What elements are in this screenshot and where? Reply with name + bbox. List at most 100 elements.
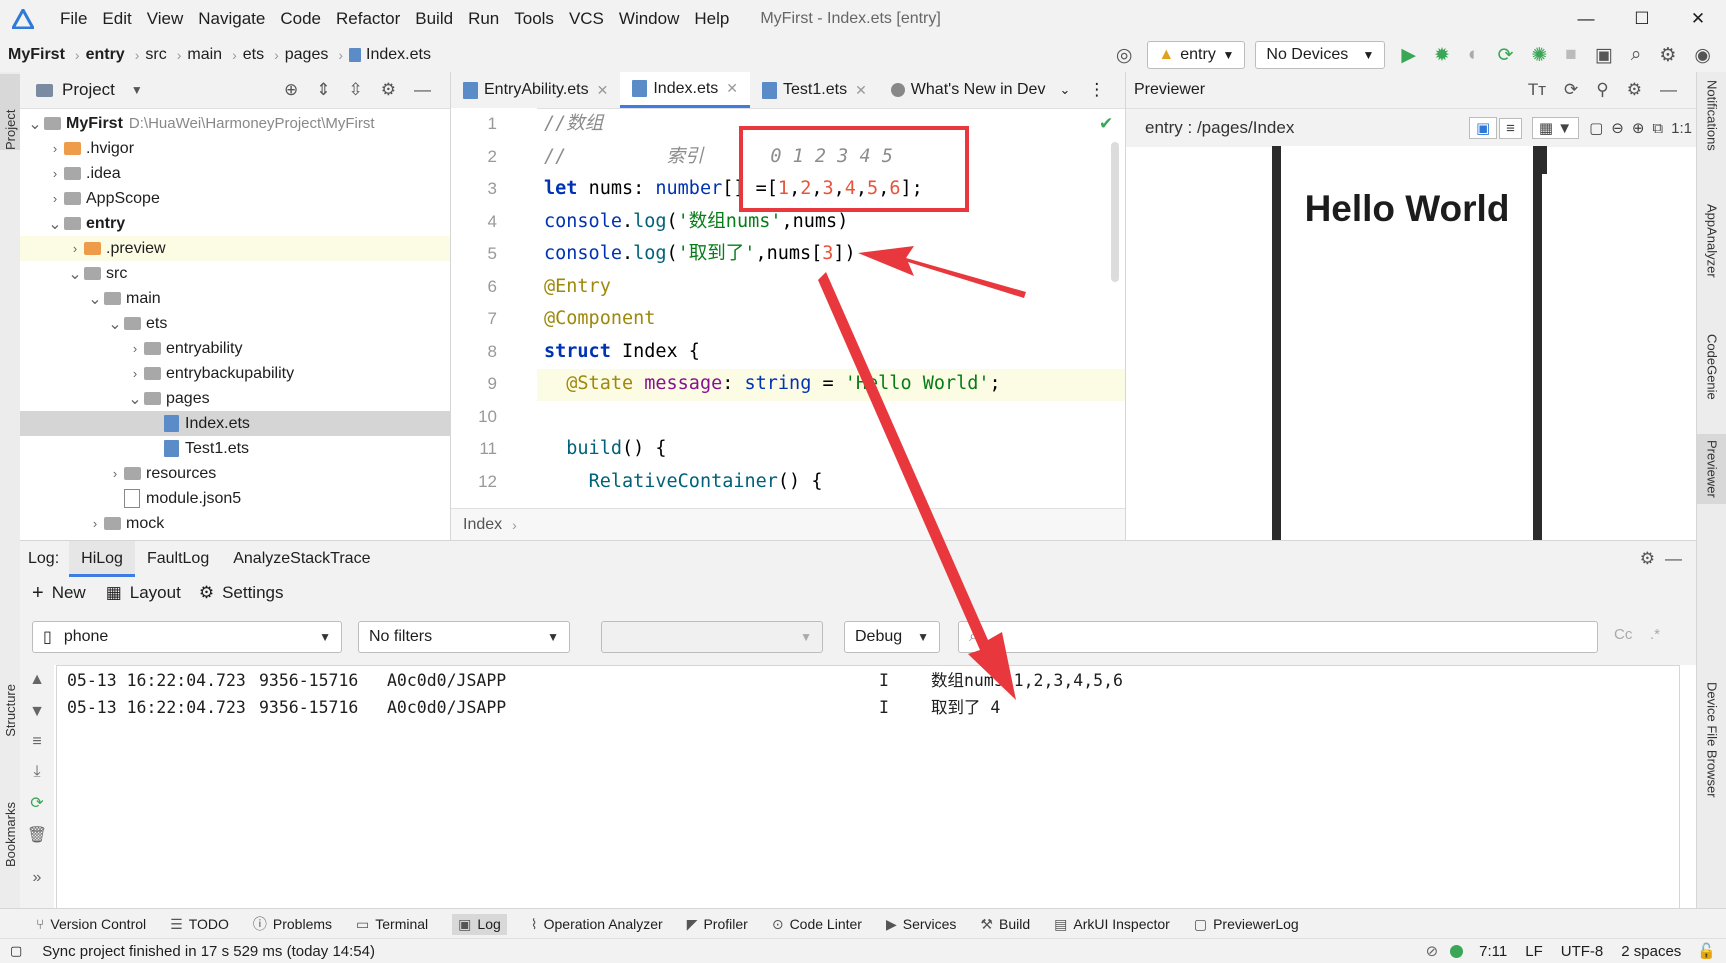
scroll-up-icon[interactable]: ▲: [20, 671, 54, 689]
menu-run[interactable]: Run: [468, 9, 499, 29]
lock-icon[interactable]: 🔓: [1697, 942, 1716, 960]
log-tab-analyzestacktrace[interactable]: AnalyzeStackTrace: [221, 541, 382, 577]
new-log-button[interactable]: + New: [32, 582, 86, 605]
bottom-tab-operation-analyzer[interactable]: ⌇ Operation Analyzer: [531, 916, 663, 933]
restart-icon[interactable]: ⟳: [20, 793, 54, 813]
tree-item[interactable]: › .idea: [20, 161, 450, 186]
menu-code[interactable]: Code: [280, 9, 321, 29]
chevron-right-icon[interactable]: ›: [126, 366, 144, 381]
hide-icon[interactable]: —: [1660, 80, 1677, 100]
profile-icon[interactable]: ✺: [1531, 44, 1547, 67]
account-icon[interactable]: ◉: [1694, 44, 1711, 67]
attach-icon[interactable]: ◐: [1468, 44, 1479, 66]
scroll-down-icon[interactable]: ▼: [20, 703, 54, 721]
collapse-all-icon[interactable]: ⇳: [349, 80, 363, 100]
chevron-right-icon[interactable]: ›: [86, 516, 104, 531]
tree-item[interactable]: ⌄ pages: [20, 386, 450, 411]
tree-item[interactable]: ⌄ MyFirst D:\HuaWei\HarmoneyProject\MyFirs…: [20, 111, 450, 136]
file-encoding[interactable]: UTF-8: [1561, 943, 1604, 960]
tree-item[interactable]: ⌄ ets: [20, 311, 450, 336]
structure-tool-tab[interactable]: Structure: [0, 684, 20, 737]
bottom-tab-previewerlog[interactable]: ▢ PreviewerLog: [1194, 916, 1299, 933]
trash-icon[interactable]: 🗑: [20, 825, 54, 845]
tree-item[interactable]: › AppScope: [20, 186, 450, 211]
module-select[interactable]: ▲ entry ▼: [1147, 41, 1246, 69]
device-screen[interactable]: Hello World: [1281, 146, 1533, 560]
tree-item[interactable]: ⌄ entry: [20, 211, 450, 236]
log-entry[interactable]: 05-13 16:22:04.723 9356-15716 A0c0d0/JSAPP…: [57, 668, 1679, 695]
bottom-tab-terminal[interactable]: ▭ Terminal: [356, 916, 428, 933]
right-tool-tab-device-file-browser[interactable]: Device File Browser: [1697, 682, 1726, 798]
menu-window[interactable]: Window: [619, 9, 679, 29]
indent-setting[interactable]: 2 spaces: [1621, 943, 1681, 960]
chevron-down-icon[interactable]: ⌄: [66, 264, 84, 284]
pin-icon[interactable]: ⚲: [1596, 80, 1608, 100]
close-icon[interactable]: ✕: [726, 80, 738, 97]
breadcrumb-item[interactable]: Index.ets: [366, 46, 431, 64]
bottom-tab-services[interactable]: ▶ Services: [886, 916, 956, 933]
bottom-tab-arkui-inspector[interactable]: ▤ ArkUI Inspector: [1054, 916, 1170, 933]
fit-icon[interactable]: ▢: [1589, 119, 1603, 137]
editor-tab[interactable]: Test1.ets ✕: [750, 72, 879, 108]
multi-device-icon[interactable]: ▦ ▼: [1531, 117, 1580, 139]
inspector-icon[interactable]: ▣: [1468, 117, 1498, 139]
chevron-right-icon[interactable]: ›: [126, 341, 144, 356]
tree-item[interactable]: module.json5: [20, 486, 450, 511]
line-separator[interactable]: LF: [1525, 943, 1543, 960]
target-icon[interactable]: ◎: [1116, 44, 1133, 67]
debug-icon[interactable]: ✹: [1434, 44, 1450, 67]
chevron-down-icon[interactable]: ⌄: [1059, 82, 1070, 98]
editor-tab[interactable]: EntryAbility.ets ✕: [451, 72, 620, 108]
device-manager-icon[interactable]: ▣: [1595, 44, 1613, 67]
chevron-right-icon[interactable]: ›: [46, 166, 64, 181]
tree-item[interactable]: › .preview: [20, 236, 450, 261]
log-tab-hilog[interactable]: HiLog: [69, 541, 135, 577]
log-settings-button[interactable]: ⚙ Settings: [199, 583, 284, 603]
no-inspection-icon[interactable]: ⊘: [1426, 942, 1439, 960]
tree-item[interactable]: › mock: [20, 511, 450, 536]
match-case-toggle[interactable]: Cc: [1614, 626, 1632, 643]
tree-item[interactable]: › .hvigor: [20, 136, 450, 161]
log-level-select[interactable]: Debug ▼: [844, 621, 940, 653]
chevron-down-icon[interactable]: ⌄: [106, 314, 124, 334]
run-icon[interactable]: ▶: [1401, 44, 1416, 67]
font-size-icon[interactable]: Tт: [1528, 80, 1546, 100]
menu-vcs[interactable]: VCS: [569, 9, 604, 29]
menu-view[interactable]: View: [147, 9, 184, 29]
search-icon[interactable]: ⌕: [1631, 44, 1642, 66]
bottom-tab-code-linter[interactable]: ⊙ Code Linter: [772, 916, 862, 933]
right-tool-tab-notifications[interactable]: Notifications: [1697, 80, 1726, 151]
chevron-right-icon[interactable]: ›: [106, 466, 124, 481]
layout-button[interactable]: ▦ Layout: [106, 583, 181, 603]
soft-wrap-icon[interactable]: ≡: [20, 733, 54, 751]
breadcrumb-item[interactable]: pages: [285, 46, 329, 64]
hide-icon[interactable]: —: [1665, 549, 1682, 569]
zoom-out-icon[interactable]: ⊖: [1611, 119, 1624, 137]
log-search-input[interactable]: ⌕: [958, 621, 1598, 653]
project-panel-title[interactable]: Project: [62, 80, 115, 100]
log-output[interactable]: 05-13 16:22:04.723 9356-15716 A0c0d0/JSAPP…: [56, 665, 1680, 912]
menu-tools[interactable]: Tools: [514, 9, 554, 29]
menu-navigate[interactable]: Navigate: [198, 9, 265, 29]
gear-icon[interactable]: ⚙: [381, 80, 396, 100]
regex-toggle[interactable]: .*: [1650, 626, 1660, 643]
project-tool-tab[interactable]: Project: [0, 74, 20, 150]
editor-breadcrumb-item[interactable]: Index: [463, 516, 502, 534]
scroll-end-icon[interactable]: ⤓: [20, 763, 54, 781]
layers-icon[interactable]: ≡: [1499, 117, 1522, 139]
menu-refactor[interactable]: Refactor: [336, 9, 400, 29]
chevron-down-icon[interactable]: ⌄: [26, 114, 44, 134]
gear-icon[interactable]: ⚙: [1627, 80, 1642, 100]
actual-size-icon[interactable]: 1:1: [1671, 120, 1692, 137]
maximize-button[interactable]: ☐: [1614, 9, 1670, 29]
code-area[interactable]: //数组 // 索引 0 1 2 3 4 5 let nums: number[] …: [544, 108, 1124, 508]
minimize-button[interactable]: —: [1558, 9, 1614, 29]
bottom-tab-profiler[interactable]: ◤ Profiler: [687, 916, 748, 933]
right-tool-tab-appanalyzer[interactable]: AppAnalyzer: [1697, 204, 1726, 278]
bottom-tab-todo[interactable]: ☰ TODO: [170, 916, 229, 933]
chevron-right-icon[interactable]: ›: [66, 241, 84, 256]
close-icon[interactable]: ✕: [855, 82, 867, 99]
breadcrumb-item[interactable]: entry: [86, 46, 125, 64]
bottom-tab-problems[interactable]: ⓘ Problems: [253, 914, 332, 934]
close-button[interactable]: ✕: [1670, 9, 1726, 29]
